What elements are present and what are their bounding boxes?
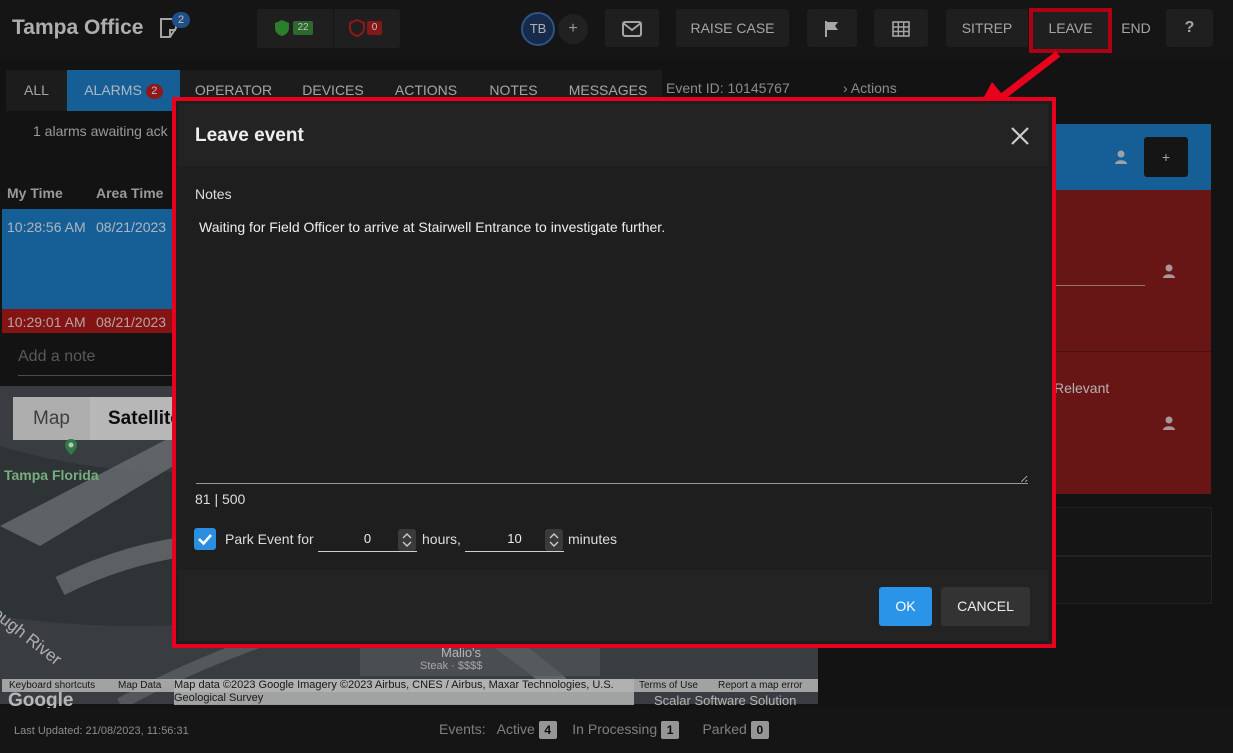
hours-label: hours, (422, 531, 461, 547)
minutes-label: minutes (568, 531, 618, 547)
park-event-label: Park Event for (225, 531, 314, 547)
dialog-header (178, 104, 1048, 166)
notes-textarea[interactable]: Waiting for Field Officer to arrive at S… (196, 210, 1028, 484)
cancel-button[interactable]: CANCEL (941, 587, 1030, 626)
char-counter: 81 | 500 (195, 491, 246, 507)
dialog-title: Leave event (195, 125, 304, 146)
minutes-stepper[interactable] (545, 529, 563, 551)
stepper-arrows-icon (402, 533, 412, 547)
hours-stepper[interactable] (398, 529, 416, 551)
stepper-arrows-icon (549, 533, 559, 547)
close-icon[interactable] (1008, 124, 1032, 148)
notes-label: Notes (195, 186, 232, 202)
park-event-checkbox[interactable] (194, 528, 216, 550)
ok-button[interactable]: OK (879, 587, 932, 626)
check-icon (198, 534, 212, 546)
